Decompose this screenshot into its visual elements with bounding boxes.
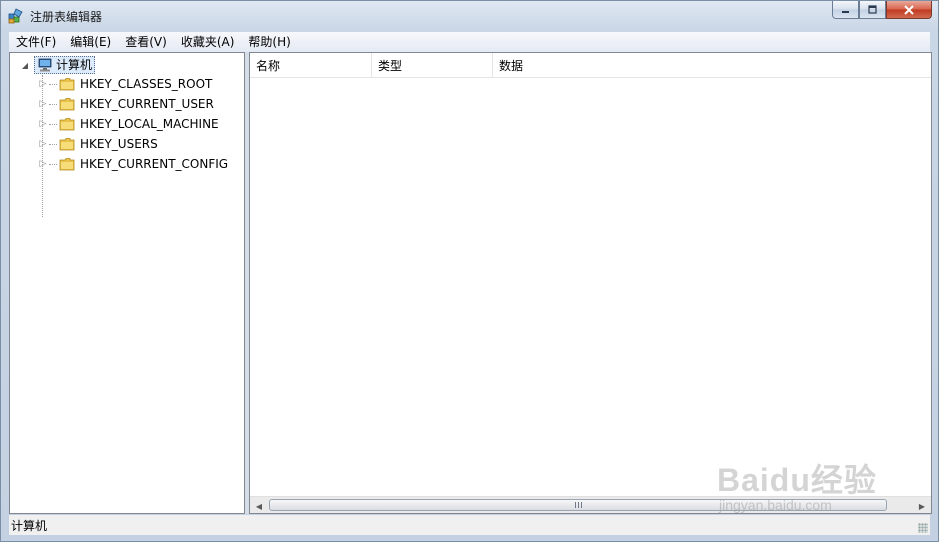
scroll-thumb[interactable] [269, 499, 887, 511]
menu-bar: 文件(F) 编辑(E) 查看(V) 收藏夹(A) 帮助(H) [9, 32, 930, 52]
expand-arrow-icon[interactable]: ▷ [38, 139, 48, 149]
window-title: 注册表编辑器 [30, 10, 103, 24]
close-icon [904, 4, 914, 15]
status-path: 计算机 [11, 518, 48, 533]
menu-help[interactable]: 帮助(H) [241, 32, 297, 52]
tree-item-hkey-current-config[interactable]: ▷ HKEY_CURRENT_CONFIG [38, 154, 229, 174]
resize-grip-icon[interactable] [918, 523, 928, 533]
menu-favorites[interactable]: 收藏夹(A) [174, 32, 242, 52]
caption-buttons [832, 1, 932, 21]
tree-connector [49, 163, 57, 165]
tree-item-label: HKEY_CURRENT_CONFIG [80, 157, 229, 171]
tree-item-hkey-classes-root[interactable]: ▷ HKEY_CLASSES_ROOT [38, 74, 213, 94]
menu-edit[interactable]: 编辑(E) [63, 32, 118, 52]
expand-arrow-icon[interactable]: ▷ [38, 119, 48, 129]
title-bar[interactable]: 注册表编辑器 [1, 1, 938, 31]
expand-arrow-icon[interactable]: ▷ [38, 99, 48, 109]
tree-root-label-box[interactable]: 计算机 [34, 56, 96, 74]
tree-item-label: HKEY_LOCAL_MACHINE [80, 117, 219, 131]
tree-connector [49, 103, 57, 105]
column-header-type[interactable]: 类型 [372, 53, 493, 77]
maximize-icon [868, 5, 877, 14]
column-header-name[interactable]: 名称 [250, 53, 372, 77]
key-tree-pane[interactable]: ◢ 计算机 ▷ HKEY_CLASSES_ROOT ▷ HKEY_CURRENT… [9, 52, 245, 514]
tree-connector [49, 143, 57, 145]
scroll-right-icon[interactable]: ▶ [916, 500, 928, 512]
maximize-button[interactable] [859, 1, 886, 19]
tree-item-hkey-local-machine[interactable]: ▷ HKEY_LOCAL_MACHINE [38, 114, 219, 134]
values-list-pane[interactable]: 名称 类型 数据 ◀ ▶ [249, 52, 932, 514]
tree-connector [49, 123, 57, 125]
tree-root-label: 计算机 [56, 58, 93, 72]
folder-icon [59, 158, 75, 171]
menu-file[interactable]: 文件(F) [9, 32, 63, 52]
scroll-grip-icon [575, 502, 582, 508]
tree-item-label: HKEY_CURRENT_USER [80, 97, 214, 111]
tree-item-hkey-users[interactable]: ▷ HKEY_USERS [38, 134, 158, 154]
tree-connector [49, 83, 57, 85]
minimize-button[interactable] [832, 1, 859, 19]
registry-editor-icon [8, 8, 23, 24]
folder-icon [59, 118, 75, 131]
tree-item-label: HKEY_CLASSES_ROOT [80, 77, 213, 91]
expand-arrow-icon[interactable]: ▷ [38, 79, 48, 89]
collapse-arrow-icon[interactable]: ◢ [20, 60, 30, 70]
column-header-data[interactable]: 数据 [493, 53, 931, 77]
menu-view[interactable]: 查看(V) [118, 32, 174, 52]
folder-icon [59, 138, 75, 151]
scroll-left-icon[interactable]: ◀ [253, 500, 265, 512]
horizontal-scrollbar[interactable]: ◀ ▶ [250, 496, 931, 513]
folder-icon [59, 78, 75, 91]
registry-editor-window: 注册表编辑器 文件(F) 编辑(E) 查看(V) 收藏夹(A) 帮助(H) ◢ [0, 0, 939, 542]
close-button[interactable] [886, 1, 932, 19]
tree-root-computer[interactable]: ◢ 计算机 [20, 56, 96, 74]
tree-item-label: HKEY_USERS [80, 137, 158, 151]
status-bar: 计算机 [9, 515, 930, 535]
folder-icon [59, 98, 75, 111]
list-header: 名称 类型 数据 [250, 53, 931, 78]
minimize-icon [842, 11, 849, 13]
computer-icon [38, 58, 52, 72]
tree-item-hkey-current-user[interactable]: ▷ HKEY_CURRENT_USER [38, 94, 214, 114]
expand-arrow-icon[interactable]: ▷ [38, 159, 48, 169]
